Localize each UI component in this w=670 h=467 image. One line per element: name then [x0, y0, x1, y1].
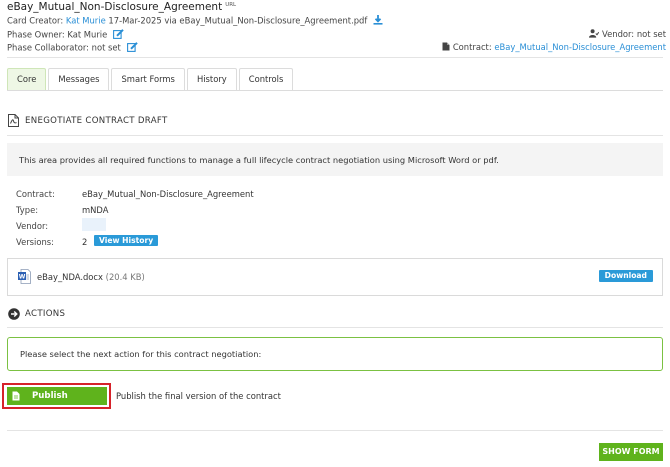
tab-history[interactable]: History	[186, 68, 237, 90]
phase-owner-label: Phase Owner:	[7, 29, 65, 40]
file-name[interactable]: eBay_NDA.docx	[37, 272, 103, 282]
tab-smart-forms[interactable]: Smart Forms	[111, 68, 185, 90]
section-title: ENEGOTIATE CONTRACT DRAFT	[25, 116, 168, 126]
vendor-value: not set	[636, 29, 666, 39]
info-box: This area provides all required function…	[7, 143, 663, 176]
info-text: This area provides all required function…	[19, 155, 499, 165]
action-prompt-box: Please select the next action for this c…	[7, 337, 663, 371]
versions-field-label: Versions:	[16, 237, 54, 247]
actions-title: ACTIONS	[25, 309, 66, 319]
vendor-icon	[589, 29, 600, 40]
phase-owner-value: Kat Murie	[67, 29, 108, 40]
vendor-field-label: Vendor:	[16, 221, 49, 231]
contract-meta: Contract: eBay_Mutual_Non-Disclosure_Agr…	[442, 42, 666, 53]
actions-divider	[7, 327, 663, 328]
pdf-file-icon	[8, 114, 19, 130]
url-tag[interactable]: URL	[225, 2, 236, 8]
file-size: (20.4 KB)	[105, 272, 145, 282]
vendor-field-value	[82, 218, 106, 231]
vendor-meta: Vendor: not set	[589, 29, 666, 40]
vendor-label: Vendor:	[602, 29, 635, 39]
publish-button[interactable]: Publish	[7, 387, 107, 405]
phase-owner-line: Phase Owner: Kat Murie	[7, 29, 124, 41]
versions-field-value: 2	[82, 237, 88, 247]
card-creator-label: Card Creator:	[7, 15, 64, 26]
page-title: eBay_Mutual_Non-Disclosure_Agreement URL	[7, 1, 236, 13]
tab-bar: Core Messages Smart Forms History Contro…	[7, 68, 295, 90]
card-title: eBay_Mutual_Non-Disclosure_Agreement	[7, 1, 223, 13]
show-form-button[interactable]: SHOW FORM	[599, 443, 663, 461]
header-divider	[7, 57, 663, 58]
section-divider	[7, 135, 663, 136]
phase-collaborator-line: Phase Collaborator: not set	[7, 42, 138, 54]
tab-underline	[7, 90, 663, 91]
file-box: W eBay_NDA.docx (20.4 KB) Download	[7, 258, 663, 296]
word-doc-icon[interactable]: W	[18, 269, 31, 287]
file-info: eBay_NDA.docx (20.4 KB)	[37, 272, 145, 282]
view-history-button[interactable]: View History	[94, 235, 159, 246]
tab-controls[interactable]: Controls	[238, 68, 294, 90]
action-prompt-text: Please select the next action for this c…	[20, 349, 262, 359]
contract-field-link[interactable]: eBay_Mutual_Non-Disclosure_Agreement	[82, 189, 254, 199]
tab-core[interactable]: Core	[7, 68, 47, 90]
card-creator-line: Card Creator: Kat Murie 17-Mar-2025 via …	[7, 15, 383, 27]
download-icon[interactable]	[373, 15, 383, 27]
type-field-value: mNDA	[82, 205, 109, 215]
card-creator-details: 17-Mar-2025 via eBay_Mutual_Non-Disclosu…	[108, 15, 368, 26]
tab-messages[interactable]: Messages	[48, 68, 110, 90]
publish-label: Publish	[32, 391, 68, 401]
phase-collaborator-value: not set	[91, 42, 121, 53]
document-icon	[442, 42, 450, 53]
card-creator-link[interactable]: Kat Murie	[66, 16, 106, 26]
document-icon	[12, 391, 20, 404]
edit-icon[interactable]	[126, 42, 138, 54]
publish-description: Publish the final version of the contrac…	[116, 391, 281, 401]
svg-text:W: W	[19, 274, 26, 281]
type-field-label: Type:	[16, 205, 39, 215]
arrow-circle-icon	[8, 308, 20, 323]
footer-divider	[7, 430, 663, 431]
download-button[interactable]: Download	[598, 270, 653, 282]
contract-label: Contract:	[452, 42, 492, 52]
phase-collaborator-label: Phase Collaborator:	[7, 42, 89, 53]
contract-field-label: Contract:	[16, 189, 55, 199]
contract-link[interactable]: eBay_Mutual_Non-Disclosure_Agreement	[494, 42, 666, 52]
edit-icon[interactable]	[112, 29, 124, 41]
